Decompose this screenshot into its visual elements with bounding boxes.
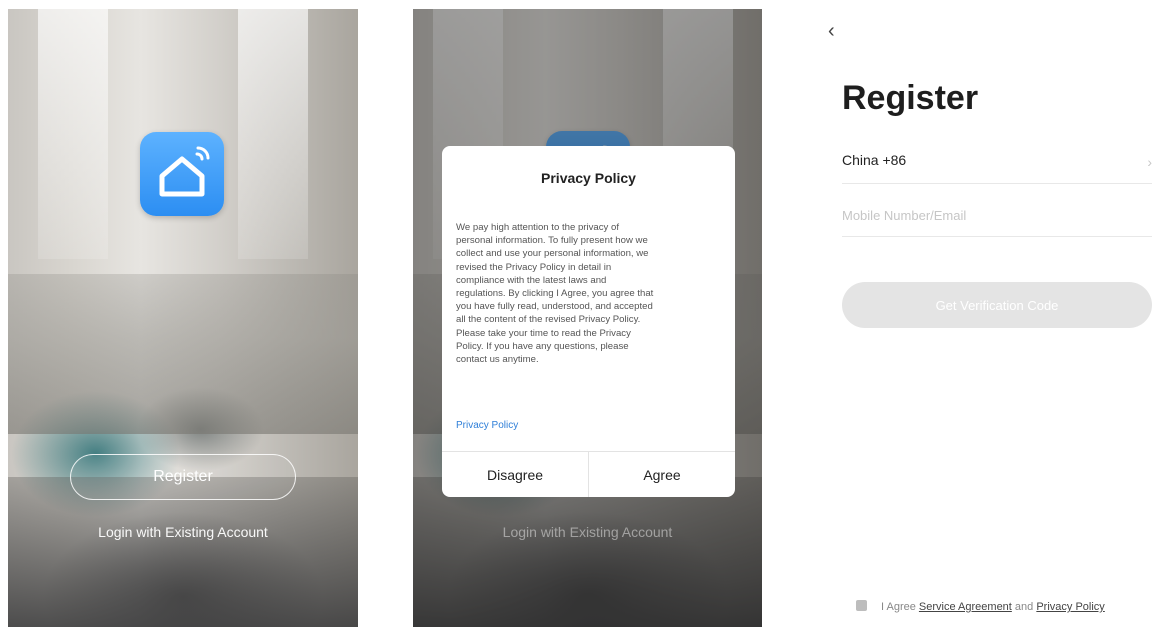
dialog-body-line: regulations. By clicking I Agree, you ag…: [456, 288, 654, 300]
register-button[interactable]: Register: [70, 454, 296, 500]
dialog-body-line: We pay high attention to the privacy of: [456, 222, 620, 233]
privacy-policy-link[interactable]: Privacy Policy: [456, 420, 518, 431]
dialog-body-line: contact us anytime.: [456, 354, 539, 366]
sofa-blur: [8, 274, 358, 434]
dialog-actions: Disagree Agree: [442, 451, 735, 497]
dialog-body-line: Policy. If you have any questions, pleas…: [456, 340, 629, 352]
agree-and: and: [1014, 601, 1034, 613]
app-screens: Register Login with Existing Account Log…: [0, 0, 1152, 627]
get-verification-code-button[interactable]: Get Verification Code: [842, 282, 1152, 328]
dialog-body: We pay high attention to the privacy of …: [456, 221, 723, 366]
disagree-button[interactable]: Disagree: [442, 452, 588, 497]
privacy-policy-dialog: Privacy Policy We pay high attention to …: [442, 146, 735, 497]
smart-home-icon: [140, 132, 224, 216]
dialog-body-line: you have fully read, understood, and acc…: [456, 301, 653, 313]
dialog-body-line: compliance with the latest laws and: [456, 274, 607, 286]
agree-button[interactable]: Agree: [588, 452, 735, 497]
dialog-title: Privacy Policy: [541, 170, 636, 186]
agree-prefix: I Agree: [881, 601, 916, 613]
dialog-body-line: personal information. To fully present h…: [456, 235, 648, 247]
window-light: [38, 9, 108, 259]
login-existing-account-link[interactable]: Login with Existing Account: [8, 524, 358, 540]
dialog-body-line: revised the Privacy Policy in detail in: [456, 261, 612, 273]
chevron-right-icon: ›: [1147, 154, 1152, 170]
dialog-body-line: collect and use your personal informatio…: [456, 248, 649, 260]
country-code-label: China +86: [842, 152, 907, 168]
chevron-left-icon[interactable]: ‹: [828, 20, 848, 42]
agree-checkbox[interactable]: [856, 600, 867, 611]
dialog-body-line: Please take your time to read the Privac…: [456, 327, 631, 339]
page-title: Register: [842, 79, 979, 117]
welcome-screen: Register Login with Existing Account: [8, 9, 358, 627]
agreement-row: I Agree Service Agreement and Privacy Po…: [856, 600, 1105, 613]
privacy-dialog-screen: Login with Existing Account Privacy Poli…: [413, 9, 762, 627]
service-agreement-link[interactable]: Service Agreement: [919, 601, 1012, 613]
mobile-email-input[interactable]: [842, 205, 1152, 237]
dialog-body-line: all the content of the revised Privacy P…: [456, 314, 641, 326]
window-light: [238, 9, 308, 259]
register-screen: ‹ Register China +86 › Get Verification …: [818, 0, 1152, 627]
privacy-policy-link[interactable]: Privacy Policy: [1036, 601, 1104, 613]
country-selector[interactable]: China +86 ›: [842, 152, 1152, 184]
login-existing-account-link: Login with Existing Account: [502, 524, 673, 540]
